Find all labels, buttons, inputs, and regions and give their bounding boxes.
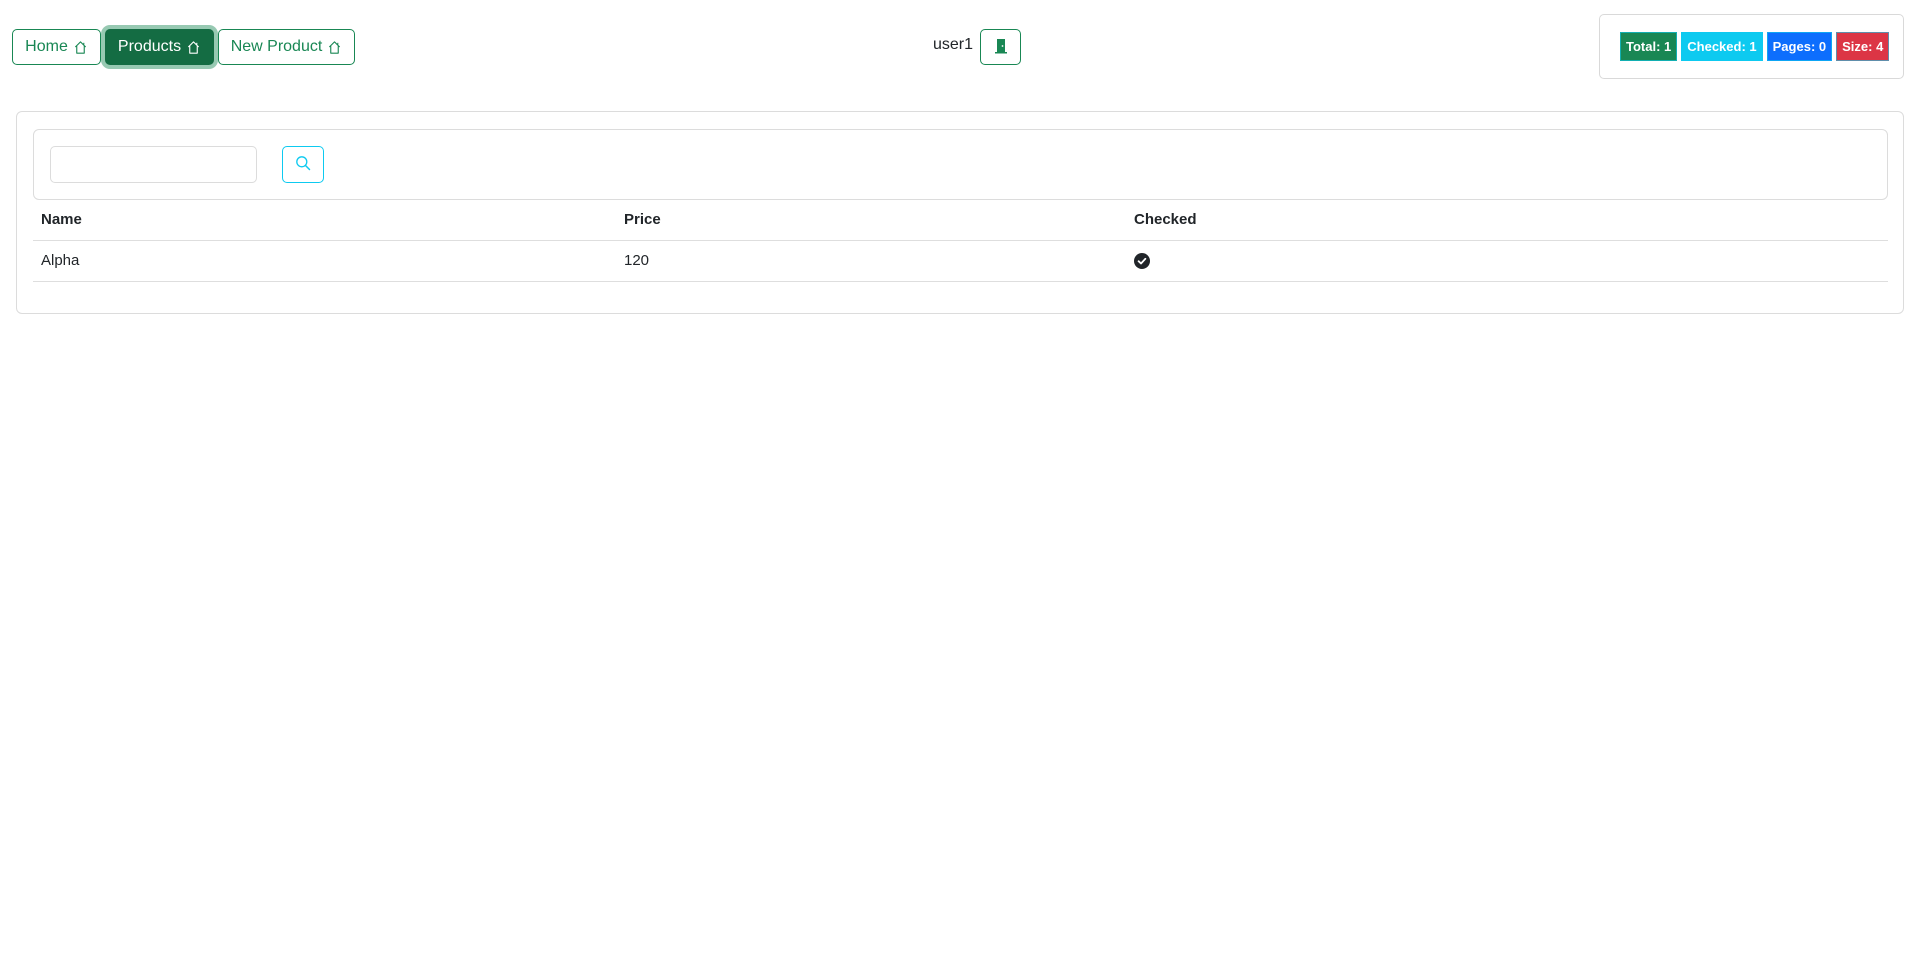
home-icon <box>186 40 201 55</box>
pages-badge: Pages: 0 <box>1766 32 1833 61</box>
search-button[interactable] <box>282 146 324 183</box>
total-badge: Total: 1 <box>1620 32 1678 61</box>
column-header-checked[interactable]: Checked <box>1126 200 1888 241</box>
products-card: Name Price Checked Alpha 120 <box>16 111 1904 314</box>
home-icon <box>73 40 88 55</box>
door-icon <box>994 38 1007 57</box>
column-header-name[interactable]: Name <box>33 200 616 241</box>
logout-button[interactable] <box>980 29 1021 65</box>
cell-name: Alpha <box>33 240 616 282</box>
check-circle-icon <box>1134 252 1880 269</box>
table-row[interactable]: Alpha 120 <box>33 240 1888 282</box>
nav-products-label: Products <box>117 38 182 55</box>
username-label: user1 <box>933 36 974 53</box>
nav-home-button[interactable]: Home <box>12 29 101 65</box>
search-icon <box>295 155 311 174</box>
nav-products-button[interactable]: Products <box>105 29 214 65</box>
nav-home-label: Home <box>25 38 68 55</box>
size-badge: Size: 4 <box>1836 32 1890 61</box>
column-header-price[interactable]: Price <box>616 200 1126 241</box>
products-table: Name Price Checked Alpha 120 <box>33 200 1888 282</box>
table-header-row: Name Price Checked <box>33 200 1888 241</box>
cell-price: 120 <box>616 240 1126 282</box>
nav-new-product-label: New Product <box>230 38 323 55</box>
cell-checked <box>1126 240 1888 282</box>
home-icon <box>327 40 342 55</box>
search-panel <box>33 129 1888 200</box>
nav-new-product-button[interactable]: New Product <box>218 29 355 65</box>
checked-badge: Checked: 1 <box>1681 32 1763 61</box>
stats-card: Total: 1 Checked: 1 Pages: 0 Size: 4 <box>1599 14 1904 79</box>
search-input[interactable] <box>50 146 257 183</box>
